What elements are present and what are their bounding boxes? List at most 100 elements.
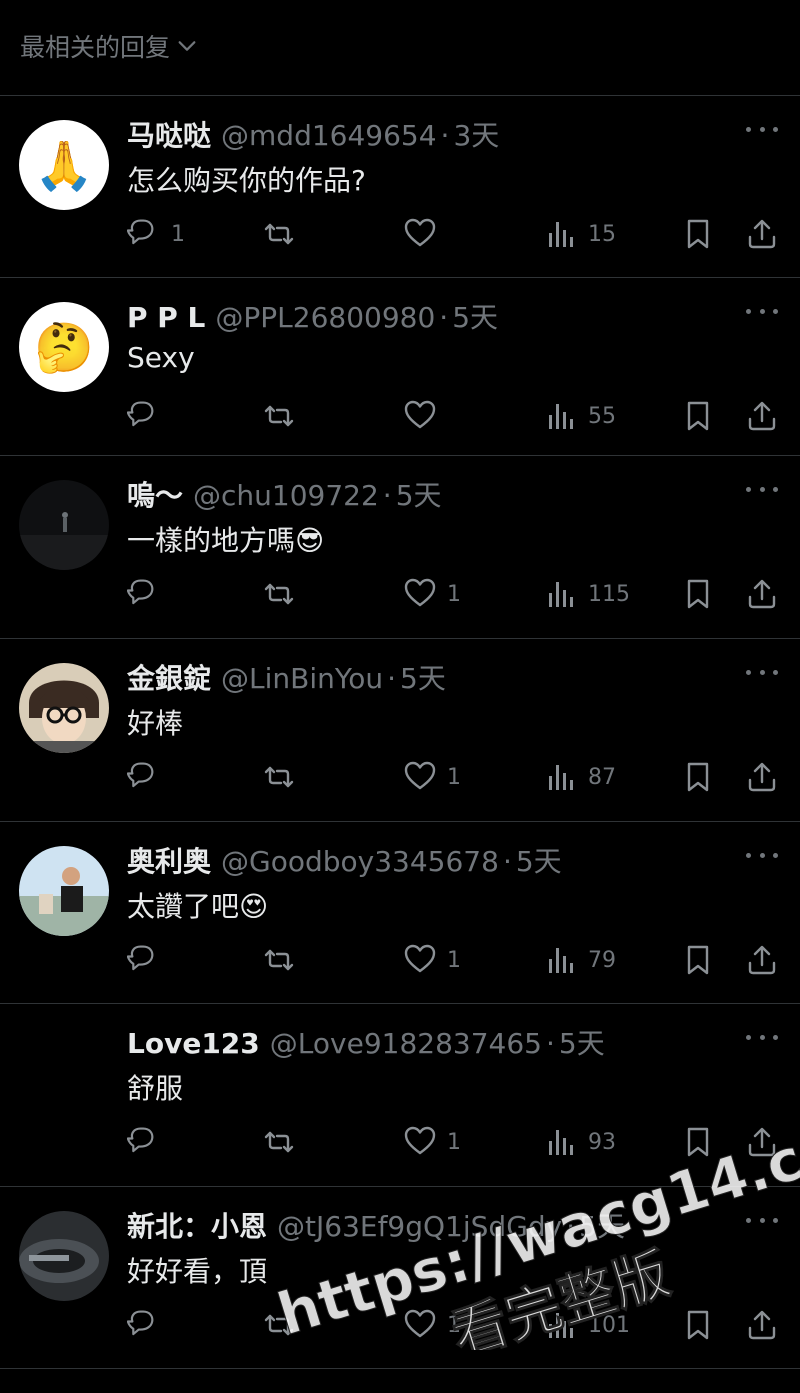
bookmark-button[interactable] [681, 940, 715, 980]
share-button[interactable] [745, 396, 779, 436]
avatar[interactable] [19, 1028, 109, 1118]
author-name[interactable]: 马哒哒 [127, 114, 211, 154]
like-button[interactable] [403, 214, 447, 254]
author-name[interactable]: 嗚～ [127, 474, 183, 514]
views-count: 93 [588, 1129, 616, 1155]
post-header: Love123 @Love9182837465 · 5天 [127, 1022, 710, 1062]
post-time[interactable]: 5天 [516, 840, 562, 880]
views-button[interactable]: 15 [544, 214, 616, 254]
more-options-icon[interactable] [746, 667, 778, 677]
share-button[interactable] [745, 757, 779, 797]
retweet-icon [264, 766, 294, 788]
avatar[interactable] [19, 846, 109, 936]
post-text: 太讚了吧😍 [127, 885, 268, 925]
more-options-icon[interactable] [746, 1032, 778, 1042]
bar-chart-icon [549, 765, 573, 790]
bookmark-button[interactable] [681, 1305, 715, 1345]
more-options-icon[interactable] [746, 1215, 778, 1225]
views-button[interactable]: 101 [544, 1305, 630, 1345]
reply-button[interactable] [127, 1305, 171, 1345]
separator-dot: · [545, 1027, 555, 1060]
avatar[interactable] [19, 1211, 109, 1301]
reply-post[interactable]: 新北：小恩 @tJ63Ef9gQ1jSdGdy · 5天 好好看，頂 1 101 [0, 1187, 800, 1369]
views-button[interactable]: 79 [544, 940, 616, 980]
reply-button[interactable]: 1 [127, 214, 185, 254]
author-handle[interactable]: @tJ63Ef9gQ1jSdGdy [277, 1210, 562, 1243]
like-button[interactable]: 1 [403, 1122, 461, 1162]
reply-button[interactable] [127, 940, 171, 980]
avatar[interactable]: 🤔 [19, 302, 109, 392]
post-text: Sexy [127, 341, 195, 374]
retweet-button[interactable] [262, 757, 306, 797]
author-name[interactable]: 奥利奥 [127, 840, 211, 880]
author-name[interactable]: P P L [127, 301, 205, 334]
author-name[interactable]: 金銀錠 [127, 657, 211, 697]
likes-count: 1 [447, 1312, 461, 1338]
retweet-button[interactable] [262, 214, 306, 254]
more-options-icon[interactable] [746, 306, 778, 316]
views-button[interactable]: 115 [544, 574, 630, 614]
avatar[interactable] [19, 480, 109, 570]
author-handle[interactable]: @PPL26800980 [215, 301, 435, 334]
reply-button[interactable] [127, 1122, 171, 1162]
bookmark-button[interactable] [681, 574, 715, 614]
more-options-icon[interactable] [746, 850, 778, 860]
reply-post[interactable]: 🤔 P P L @PPL26800980 · 5天 Sexy 55 [0, 278, 800, 456]
retweet-button[interactable] [262, 1122, 306, 1162]
author-handle[interactable]: @chu109722 [193, 479, 379, 512]
more-options-icon[interactable] [746, 124, 778, 134]
author-name[interactable]: 新北：小恩 [127, 1205, 267, 1245]
author-handle[interactable]: @Goodboy3345678 [221, 845, 499, 878]
like-button[interactable]: 1 [403, 1305, 461, 1345]
share-button[interactable] [745, 1305, 779, 1345]
avatar[interactable]: 🙏 [19, 120, 109, 210]
author-name[interactable]: Love123 [127, 1027, 260, 1060]
share-button[interactable] [745, 574, 779, 614]
views-button[interactable]: 55 [544, 396, 616, 436]
reply-post[interactable]: 金銀錠 @LinBinYou · 5天 好棒 1 87 [0, 639, 800, 822]
views-button[interactable]: 87 [544, 757, 616, 797]
more-options-icon[interactable] [746, 484, 778, 494]
post-time[interactable]: 5天 [559, 1022, 605, 1062]
reply-button[interactable] [127, 396, 171, 436]
post-time[interactable]: 5天 [396, 474, 442, 514]
bookmark-icon [687, 762, 709, 792]
reply-post[interactable]: 奥利奥 @Goodboy3345678 · 5天 太讚了吧😍 1 79 [0, 822, 800, 1004]
bookmark-button[interactable] [681, 214, 715, 254]
reply-button[interactable] [127, 574, 171, 614]
author-handle[interactable]: @mdd1649654 [221, 119, 437, 152]
post-text-content: 一樣的地方嗎 [127, 524, 296, 557]
post-time[interactable]: 5天 [400, 657, 446, 697]
like-button[interactable]: 1 [403, 574, 461, 614]
avatar[interactable] [19, 663, 109, 753]
share-button[interactable] [745, 214, 779, 254]
action-bar: 1 115 [127, 574, 777, 614]
post-time[interactable]: 5天 [579, 1205, 625, 1245]
heart-icon [404, 761, 436, 790]
post-header: 新北：小恩 @tJ63Ef9gQ1jSdGdy · 5天 [127, 1205, 710, 1245]
bookmark-button[interactable] [681, 396, 715, 436]
post-time[interactable]: 5天 [452, 296, 498, 336]
author-handle[interactable]: @LinBinYou [221, 662, 383, 695]
bookmark-button[interactable] [681, 757, 715, 797]
sort-dropdown[interactable]: 最相关的回复 [20, 28, 198, 64]
retweet-button[interactable] [262, 940, 306, 980]
author-handle[interactable]: @Love9182837465 [270, 1027, 542, 1060]
share-icon [748, 219, 776, 249]
post-text: 好好看，頂 [127, 1250, 267, 1290]
bookmark-button[interactable] [681, 1122, 715, 1162]
views-button[interactable]: 93 [544, 1122, 616, 1162]
share-button[interactable] [745, 1122, 779, 1162]
retweet-button[interactable] [262, 574, 306, 614]
reply-post[interactable]: 嗚～ @chu109722 · 5天 一樣的地方嗎😎 1 115 [0, 456, 800, 639]
share-button[interactable] [745, 940, 779, 980]
reply-post[interactable]: 🙏 马哒哒 @mdd1649654 · 3天 怎么购买你的作品? 1 15 [0, 96, 800, 278]
like-button[interactable]: 1 [403, 940, 461, 980]
retweet-button[interactable] [262, 1305, 306, 1345]
retweet-button[interactable] [262, 396, 306, 436]
like-button[interactable]: 1 [403, 757, 461, 797]
reply-button[interactable] [127, 757, 171, 797]
reply-post[interactable]: Love123 @Love9182837465 · 5天 舒服 1 93 [0, 1004, 800, 1187]
like-button[interactable] [403, 396, 447, 436]
post-time[interactable]: 3天 [453, 114, 499, 154]
